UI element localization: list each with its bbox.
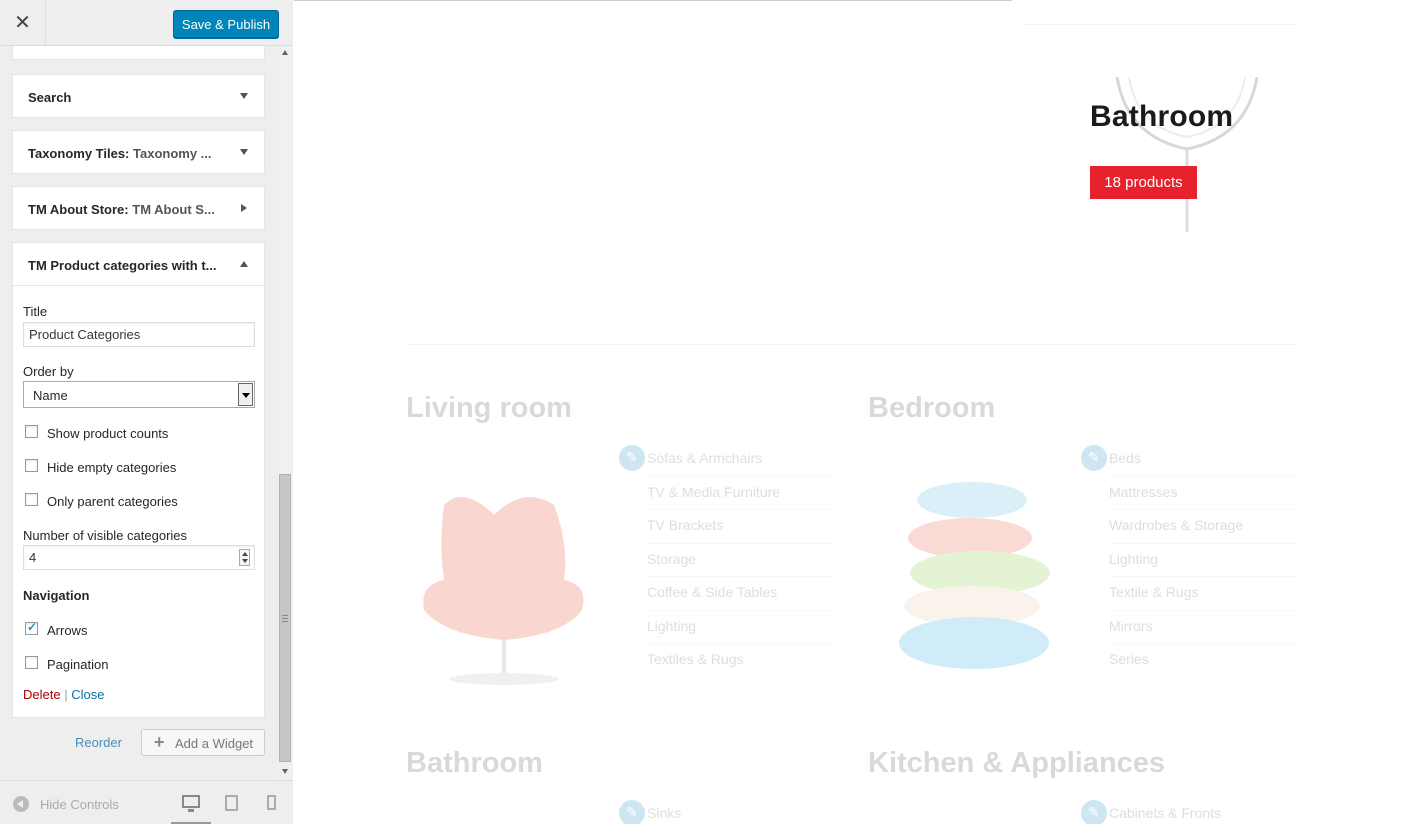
plus-icon: + — [154, 732, 165, 752]
only-parent-checkbox[interactable] — [25, 493, 38, 506]
widget-actions: Delete | Close — [23, 687, 104, 702]
order-by-select[interactable]: Name — [23, 381, 255, 408]
widget-about-store[interactable]: TM About Store: TM About S... — [12, 186, 265, 230]
subcategory-link[interactable]: Series — [1109, 644, 1299, 678]
title-input[interactable]: Product Categories — [23, 322, 255, 347]
hide-controls-button[interactable]: Hide Controls — [40, 797, 119, 812]
subcategory-link[interactable]: TV & Media Furniture — [647, 477, 837, 510]
widgets-panel: Search Taxonomy Tiles: Taxonomy ... TM A… — [0, 46, 278, 780]
arrows-label: Arrows — [47, 623, 88, 638]
reorder-link[interactable]: Reorder — [75, 735, 122, 750]
kitchen-subcategories: Cabinets & Fronts — [1109, 798, 1299, 824]
grip-icon — [282, 615, 288, 622]
subcategory-link[interactable]: Coffee & Side Tables — [647, 577, 837, 611]
order-by-label: Order by — [23, 364, 74, 379]
scrollbar-thumb[interactable] — [279, 474, 291, 762]
navigation-heading: Navigation — [23, 588, 90, 603]
widget-form: Title Product Categories Order by Name S… — [12, 286, 265, 718]
widget-title: Taxonomy Tiles: Taxonomy ... — [28, 146, 212, 161]
subcategory-link[interactable]: Lighting — [647, 611, 837, 644]
visible-categories-input[interactable]: 4 — [23, 545, 255, 570]
pillows-image — [899, 482, 1050, 669]
divider — [1024, 24, 1296, 25]
living-room-subcategories: Sofas & Armchairs TV & Media Furniture T… — [647, 443, 837, 678]
close-icon: ✕ — [14, 12, 31, 34]
bedroom-subcategories: Beds Mattresses Wardrobes & Storage Ligh… — [1109, 443, 1299, 678]
category-title-bedroom[interactable]: Bedroom — [868, 392, 995, 425]
title-label: Title — [23, 304, 48, 319]
subcategory-link[interactable]: Mattresses — [1109, 477, 1299, 510]
subcategory-link[interactable]: Lighting — [1109, 544, 1299, 577]
widget-title: Search — [28, 90, 72, 105]
visible-categories-value: 4 — [29, 550, 37, 565]
add-widget-button[interactable]: + Add a Widget — [141, 729, 265, 756]
edit-shortcut-icon[interactable]: ✎ — [1081, 800, 1107, 824]
hide-empty-label: Hide empty categories — [47, 460, 177, 475]
subcategory-link[interactable]: Beds — [1109, 443, 1299, 477]
site-preview: Bathroom 18 products Living room ✎ Sofas… — [294, 0, 1411, 824]
edit-shortcut-icon[interactable]: ✎ — [619, 800, 645, 824]
category-title-living-room[interactable]: Living room — [406, 392, 572, 425]
widget-product-categories[interactable]: TM Product categories with t... — [12, 242, 265, 286]
product-count-badge[interactable]: 18 products — [1090, 166, 1197, 199]
collapse-icon[interactable] — [13, 796, 29, 812]
customizer-footer: Hide Controls — [0, 780, 293, 824]
armchair-image — [423, 497, 584, 685]
bathroom-subcategories: Sinks — [647, 798, 837, 824]
divider — [406, 344, 1296, 345]
customizer-sidebar: ✕ Save & Publish Search Taxonomy Tiles: … — [0, 0, 293, 824]
category-title-kitchen[interactable]: Kitchen & Appliances — [868, 747, 1165, 780]
subcategory-link[interactable]: Textile & Rugs — [1109, 577, 1299, 611]
desktop-icon[interactable] — [182, 795, 200, 812]
close-link[interactable]: Close — [71, 687, 104, 702]
order-by-value: Name — [33, 388, 68, 403]
scroll-down-icon[interactable] — [282, 769, 288, 774]
customizer-header: ✕ Save & Publish — [0, 0, 293, 46]
chevron-down-icon[interactable] — [240, 149, 248, 155]
scroll-up-icon[interactable] — [282, 50, 288, 55]
widget-taxonomy-tiles[interactable]: Taxonomy Tiles: Taxonomy ... — [12, 130, 265, 174]
mobile-icon[interactable] — [267, 795, 276, 810]
widget-title: TM Product categories with t... — [28, 258, 217, 273]
pagination-label: Pagination — [47, 657, 109, 672]
visible-categories-label: Number of visible categories — [23, 528, 188, 543]
show-counts-label: Show product counts — [47, 426, 169, 441]
subcategory-link[interactable]: Textiles & Rugs — [647, 644, 837, 678]
only-parent-label: Only parent categories — [47, 494, 178, 509]
subcategory-link[interactable]: Sinks — [647, 798, 837, 824]
separator: | — [64, 687, 68, 702]
chevron-right-icon[interactable] — [241, 204, 247, 212]
number-stepper[interactable] — [239, 549, 250, 566]
hide-empty-checkbox[interactable] — [25, 459, 38, 472]
category-title-bathroom[interactable]: Bathroom — [406, 747, 543, 780]
save-publish-button[interactable]: Save & Publish — [173, 10, 279, 38]
hero-category-title[interactable]: Bathroom — [1090, 100, 1233, 134]
subcategory-link[interactable]: Cabinets & Fronts — [1109, 798, 1299, 824]
pagination-checkbox[interactable] — [25, 656, 38, 669]
widget-search[interactable]: Search — [12, 74, 265, 118]
show-counts-checkbox[interactable] — [25, 425, 38, 438]
widget-item-partial[interactable] — [12, 46, 265, 60]
dropdown-arrow-icon[interactable] — [238, 383, 253, 406]
delete-link[interactable]: Delete — [23, 687, 61, 702]
subcategory-link[interactable]: Sofas & Armchairs — [647, 443, 837, 477]
close-customizer-button[interactable]: ✕ — [0, 0, 46, 46]
subcategory-link[interactable]: Storage — [647, 544, 837, 577]
subcategory-link[interactable]: Wardrobes & Storage — [1109, 510, 1299, 544]
subcategory-link[interactable]: Mirrors — [1109, 611, 1299, 644]
add-widget-label: Add a Widget — [175, 736, 254, 751]
subcategory-link[interactable]: TV Brackets — [647, 510, 837, 544]
arrows-checkbox[interactable] — [25, 620, 38, 635]
chevron-down-icon[interactable] — [240, 93, 248, 99]
edit-shortcut-icon[interactable]: ✎ — [619, 445, 645, 471]
divider — [294, 0, 1012, 1]
tablet-icon[interactable] — [225, 795, 238, 811]
chevron-up-icon[interactable] — [240, 261, 248, 267]
sidebar-scrollbar[interactable] — [278, 46, 293, 780]
edit-shortcut-icon[interactable]: ✎ — [1081, 445, 1107, 471]
widget-title: TM About Store: TM About S... — [28, 202, 215, 217]
